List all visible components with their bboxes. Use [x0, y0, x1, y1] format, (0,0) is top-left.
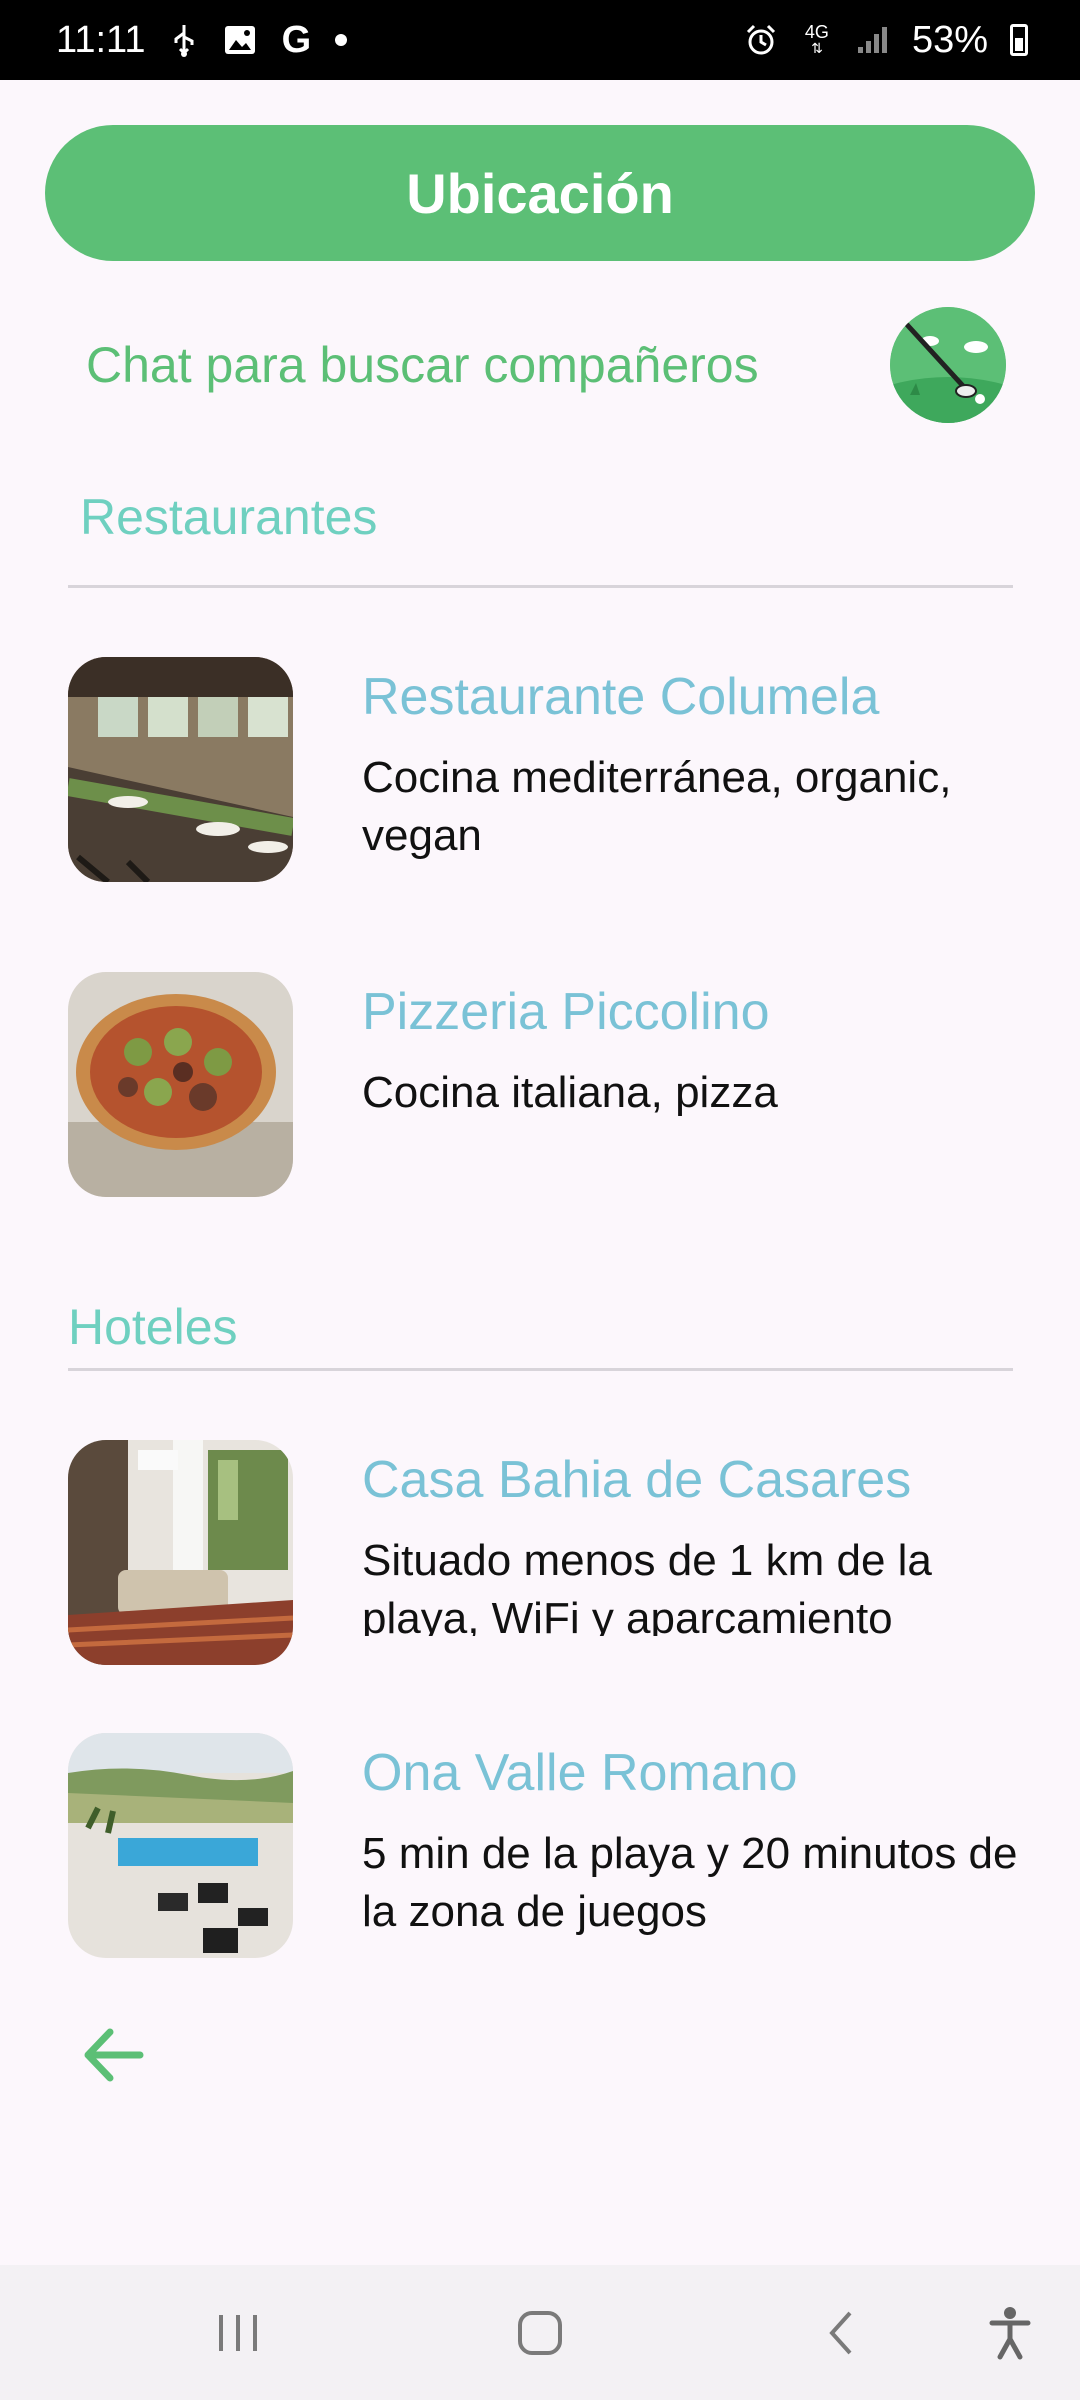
status-bar: 11:11 G 4G ⇅ 53% [0, 0, 1080, 80]
network-4g-icon: 4G ⇅ [804, 22, 829, 56]
item-title: Casa Bahia de Casares [362, 1451, 912, 1509]
restaurant-thumbnail [68, 657, 293, 882]
signal-icon [856, 23, 890, 57]
network-label: 4G [804, 22, 829, 42]
hotel-pool-thumbnail [68, 1733, 293, 1958]
item-title: Ona Valle Romano [362, 1744, 798, 1802]
status-left: 11:11 G [56, 18, 348, 62]
home-icon[interactable] [480, 2265, 600, 2400]
list-item-pizzeria-piccolino[interactable]: Pizzeria Piccolino Cocina italiana, pizz… [68, 972, 1013, 1197]
list-item-restaurante-columela[interactable]: Restaurante Columela Cocina mediterránea… [68, 657, 1013, 882]
usb-icon [167, 23, 201, 57]
section-title-restaurantes: Restaurantes [80, 489, 378, 545]
item-description: Cocina italiana, pizza [362, 1068, 778, 1117]
accessibility-icon[interactable] [950, 2265, 1070, 2400]
recents-icon[interactable] [178, 2265, 298, 2400]
back-icon[interactable] [782, 2265, 902, 2400]
item-description: Cocina mediterránea, organic, vegan [362, 753, 952, 860]
divider [68, 585, 1013, 588]
system-navigation-bar [0, 2265, 1080, 2400]
item-title: Restaurante Columela [362, 668, 880, 726]
gallery-icon [223, 23, 257, 57]
hotel-room-thumbnail [68, 1440, 293, 1665]
notification-dot [335, 34, 348, 46]
list-item-ona-valle-romano[interactable]: Ona Valle Romano 5 min de la playa y 20 … [68, 1733, 1018, 1958]
item-description: Situado menos de 1 km de la playa, WiFi … [362, 1536, 932, 1636]
google-icon: G [281, 18, 312, 61]
divider [68, 1368, 1013, 1371]
status-right: 4G ⇅ 53% [744, 19, 1028, 62]
back-arrow-icon[interactable] [78, 2020, 148, 2090]
list-item-casa-bahia-de-casares[interactable]: Casa Bahia de Casares Situado menos de 1… [68, 1440, 1013, 1665]
pizza-thumbnail [68, 972, 293, 1197]
chat-row[interactable]: Chat para buscar compañeros [86, 300, 1006, 430]
chat-label[interactable]: Chat para buscar compañeros [86, 336, 759, 394]
status-time: 11:11 [56, 18, 146, 61]
golf-icon[interactable] [890, 307, 1006, 423]
battery-percent: 53% [911, 18, 988, 61]
section-title-hoteles: Hoteles [68, 1299, 238, 1355]
location-button[interactable]: Ubicación [45, 125, 1035, 261]
alarm-icon [744, 23, 778, 57]
item-description: 5 min de la playa y 20 minutos de la zon… [362, 1829, 1018, 1936]
battery-icon [1010, 24, 1028, 56]
item-title: Pizzeria Piccolino [362, 983, 770, 1041]
